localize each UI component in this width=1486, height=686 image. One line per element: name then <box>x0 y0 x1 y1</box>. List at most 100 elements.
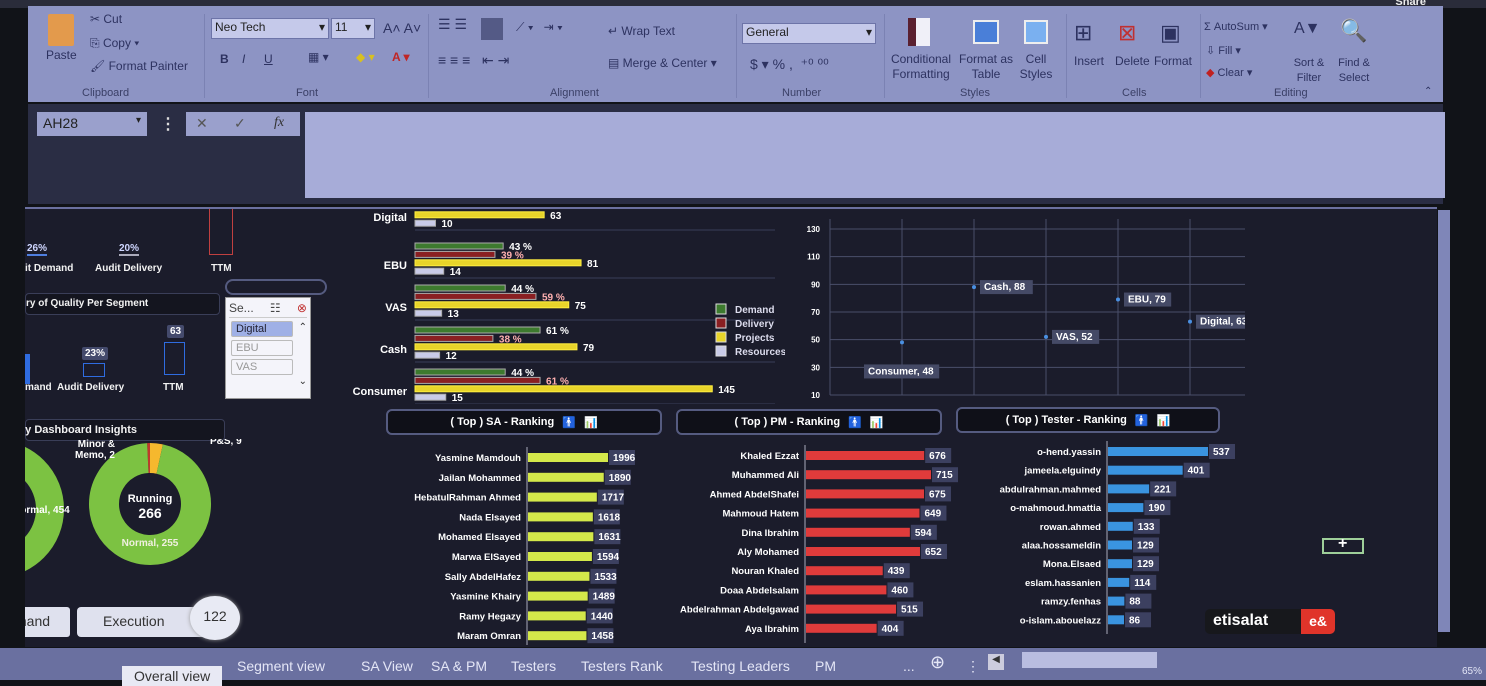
find-magnifier-icon[interactable]: 🔍 <box>1340 18 1367 44</box>
fill-button[interactable]: ⇩ Fill ▾ <box>1206 44 1241 57</box>
accounting-format-button[interactable]: $ ▾ % , ⁺⁰ ⁰⁰ <box>750 56 829 73</box>
data-label: 14 <box>450 267 462 278</box>
alignment-group-label: Alignment <box>550 87 599 99</box>
person-name: Abdelrahman Abdelgawad <box>680 605 799 616</box>
ranking-bar <box>528 473 604 482</box>
align-left-center-right-icon[interactable]: ≡ ≡ ≡ ⇤ ⇥ <box>438 52 509 69</box>
tab-testing-leaders[interactable]: Testing Leaders <box>691 658 790 674</box>
tab-segment-view[interactable]: Segment view <box>237 658 325 674</box>
person-name: Sally AbdelHafez <box>445 572 521 583</box>
tab-testers[interactable]: Testers <box>511 658 556 674</box>
delete-cells-icon[interactable]: ⊠ <box>1118 20 1136 46</box>
bar-projects <box>415 344 577 350</box>
font-name-select[interactable]: Neo Tech▾ <box>211 18 329 39</box>
execution-button[interactable]: Execution <box>77 607 207 637</box>
bar-resources <box>415 220 436 226</box>
cell-styles-button[interactable]: Cell Styles <box>1018 52 1054 82</box>
insert-function-icon[interactable]: fx <box>274 115 284 131</box>
vertical-scrollbar[interactable] <box>1438 210 1450 632</box>
scroll-left-icon[interactable]: ◀ <box>988 654 1004 670</box>
category-label: Cash <box>380 344 407 356</box>
italic-button[interactable]: I <box>242 52 245 66</box>
divider <box>204 14 205 98</box>
font-size-select[interactable]: 11▾ <box>331 18 375 39</box>
slicer-item-vas[interactable]: VAS <box>231 359 293 375</box>
more-options-icon[interactable]: ⋮ <box>160 114 176 134</box>
formula-input[interactable] <box>305 112 1445 198</box>
orientation-icon[interactable]: ⟋ ▾ ⇥ ▾ <box>516 20 563 35</box>
bold-button[interactable]: B <box>220 52 229 66</box>
enter-check-icon[interactable]: ✓ <box>234 115 246 132</box>
cut-label: Cut <box>103 12 122 26</box>
sort-filter-icon[interactable]: A▼ <box>1294 20 1321 38</box>
sa-ranking: ( Top ) SA - Ranking🚹📊Yasmine Mamdouh199… <box>360 405 655 645</box>
more-tabs-button[interactable]: ... <box>903 658 915 674</box>
paste-button[interactable]: Paste <box>46 48 77 62</box>
format-cells-icon[interactable]: ▣ <box>1160 20 1181 46</box>
find-select-button[interactable]: Find & Select <box>1333 56 1375 86</box>
format-button[interactable]: Format <box>1154 54 1192 68</box>
cell-styles-icon[interactable] <box>1024 20 1048 44</box>
ranking-bar <box>528 592 588 601</box>
borders-icon[interactable]: ▦ ▾ <box>308 50 329 64</box>
underline-button[interactable]: U <box>264 52 273 66</box>
format-painter-button[interactable]: 🖌 Format Painter <box>90 59 188 73</box>
sort-filter-button[interactable]: Sort & Filter <box>1290 56 1328 86</box>
multi-select-icon[interactable]: ☷ <box>270 301 281 315</box>
segment-bar-chart: Digital6310EBU43 %39 %8114VAS44 %59 %751… <box>285 209 785 404</box>
section-header: ry of Quality Per Segment <box>25 293 220 315</box>
donut-center-title: Running <box>128 493 173 505</box>
ranking-bar <box>1108 541 1132 550</box>
tab-testers-rank[interactable]: Testers Rank <box>581 658 663 674</box>
copy-button[interactable]: ⎘ Copy ▾ <box>90 36 139 51</box>
cancel-icon[interactable]: ✕ <box>196 115 208 132</box>
insert-cells-icon[interactable]: ⊞ <box>1074 20 1092 46</box>
data-label: 15 <box>452 393 464 404</box>
horizontal-scrollbar[interactable] <box>1022 652 1157 668</box>
delete-button[interactable]: Delete <box>1115 54 1150 68</box>
active-cell[interactable]: + <box>1322 538 1364 554</box>
value-label: 133 <box>1138 522 1155 533</box>
cut-button[interactable]: ✂ Cut <box>90 12 122 26</box>
tab-pm[interactable]: PM <box>815 658 836 674</box>
merge-center-button[interactable]: ▤ Merge & Center ▾ <box>608 56 717 70</box>
collapse-ribbon-icon[interactable]: ⌃ <box>1424 86 1432 97</box>
add-sheet-icon[interactable]: ⊕ <box>930 652 945 673</box>
ranking-bar <box>1108 522 1133 531</box>
conditional-formatting-icon[interactable] <box>908 18 930 46</box>
kpi-value: 23% <box>82 347 108 360</box>
tab-options-icon[interactable]: ⋮ <box>966 658 980 675</box>
autosum-button[interactable]: Σ AutoSum ▾ <box>1204 20 1268 33</box>
demand-button[interactable]: mand <box>25 607 70 637</box>
tab-sa-pm[interactable]: SA & PM <box>431 658 487 674</box>
format-as-table-button[interactable]: Format as Table <box>958 52 1014 82</box>
tab-overall-view[interactable]: Overall view <box>122 666 222 686</box>
bar-resources <box>415 352 440 358</box>
grow-font-icon[interactable]: A˄ A˅ <box>383 20 421 36</box>
conditional-formatting-button[interactable]: Conditional Formatting <box>890 52 952 82</box>
clear-button[interactable]: ◆ Clear ▾ <box>1206 66 1252 79</box>
font-color-icon[interactable]: A ▾ <box>392 50 410 64</box>
data-point <box>1116 298 1120 302</box>
data-label: 63 <box>550 211 562 222</box>
align-top-icon[interactable]: ☰ ☰ <box>438 16 467 33</box>
slicer-item-digital[interactable]: Digital <box>231 321 293 337</box>
bar-resources <box>415 310 442 316</box>
data-point <box>900 340 904 344</box>
slicer-item-ebu[interactable]: EBU <box>231 340 293 356</box>
dashboard-sheet: 26% it Demand 20% Audit Delivery TTM ry … <box>25 207 1437 647</box>
ranking-bar <box>806 566 883 575</box>
ranking-bar <box>806 585 886 594</box>
fill-color-icon[interactable]: ◆ ▾ <box>356 50 375 64</box>
format-as-table-icon[interactable] <box>973 20 999 44</box>
y-tick-label: 130 <box>807 225 821 234</box>
data-label: Cash, 88 <box>984 282 1026 293</box>
align-bottom-icon[interactable] <box>481 18 503 40</box>
paste-icon[interactable] <box>48 14 74 46</box>
quality-bar <box>164 342 185 375</box>
wrap-text-button[interactable]: ↵ Wrap Text <box>608 24 675 38</box>
name-box[interactable]: AH28▾ <box>37 112 147 136</box>
tab-sa-view[interactable]: SA View <box>361 658 413 674</box>
insert-button[interactable]: Insert <box>1074 54 1104 68</box>
number-format-select[interactable]: General▾ <box>742 23 876 44</box>
